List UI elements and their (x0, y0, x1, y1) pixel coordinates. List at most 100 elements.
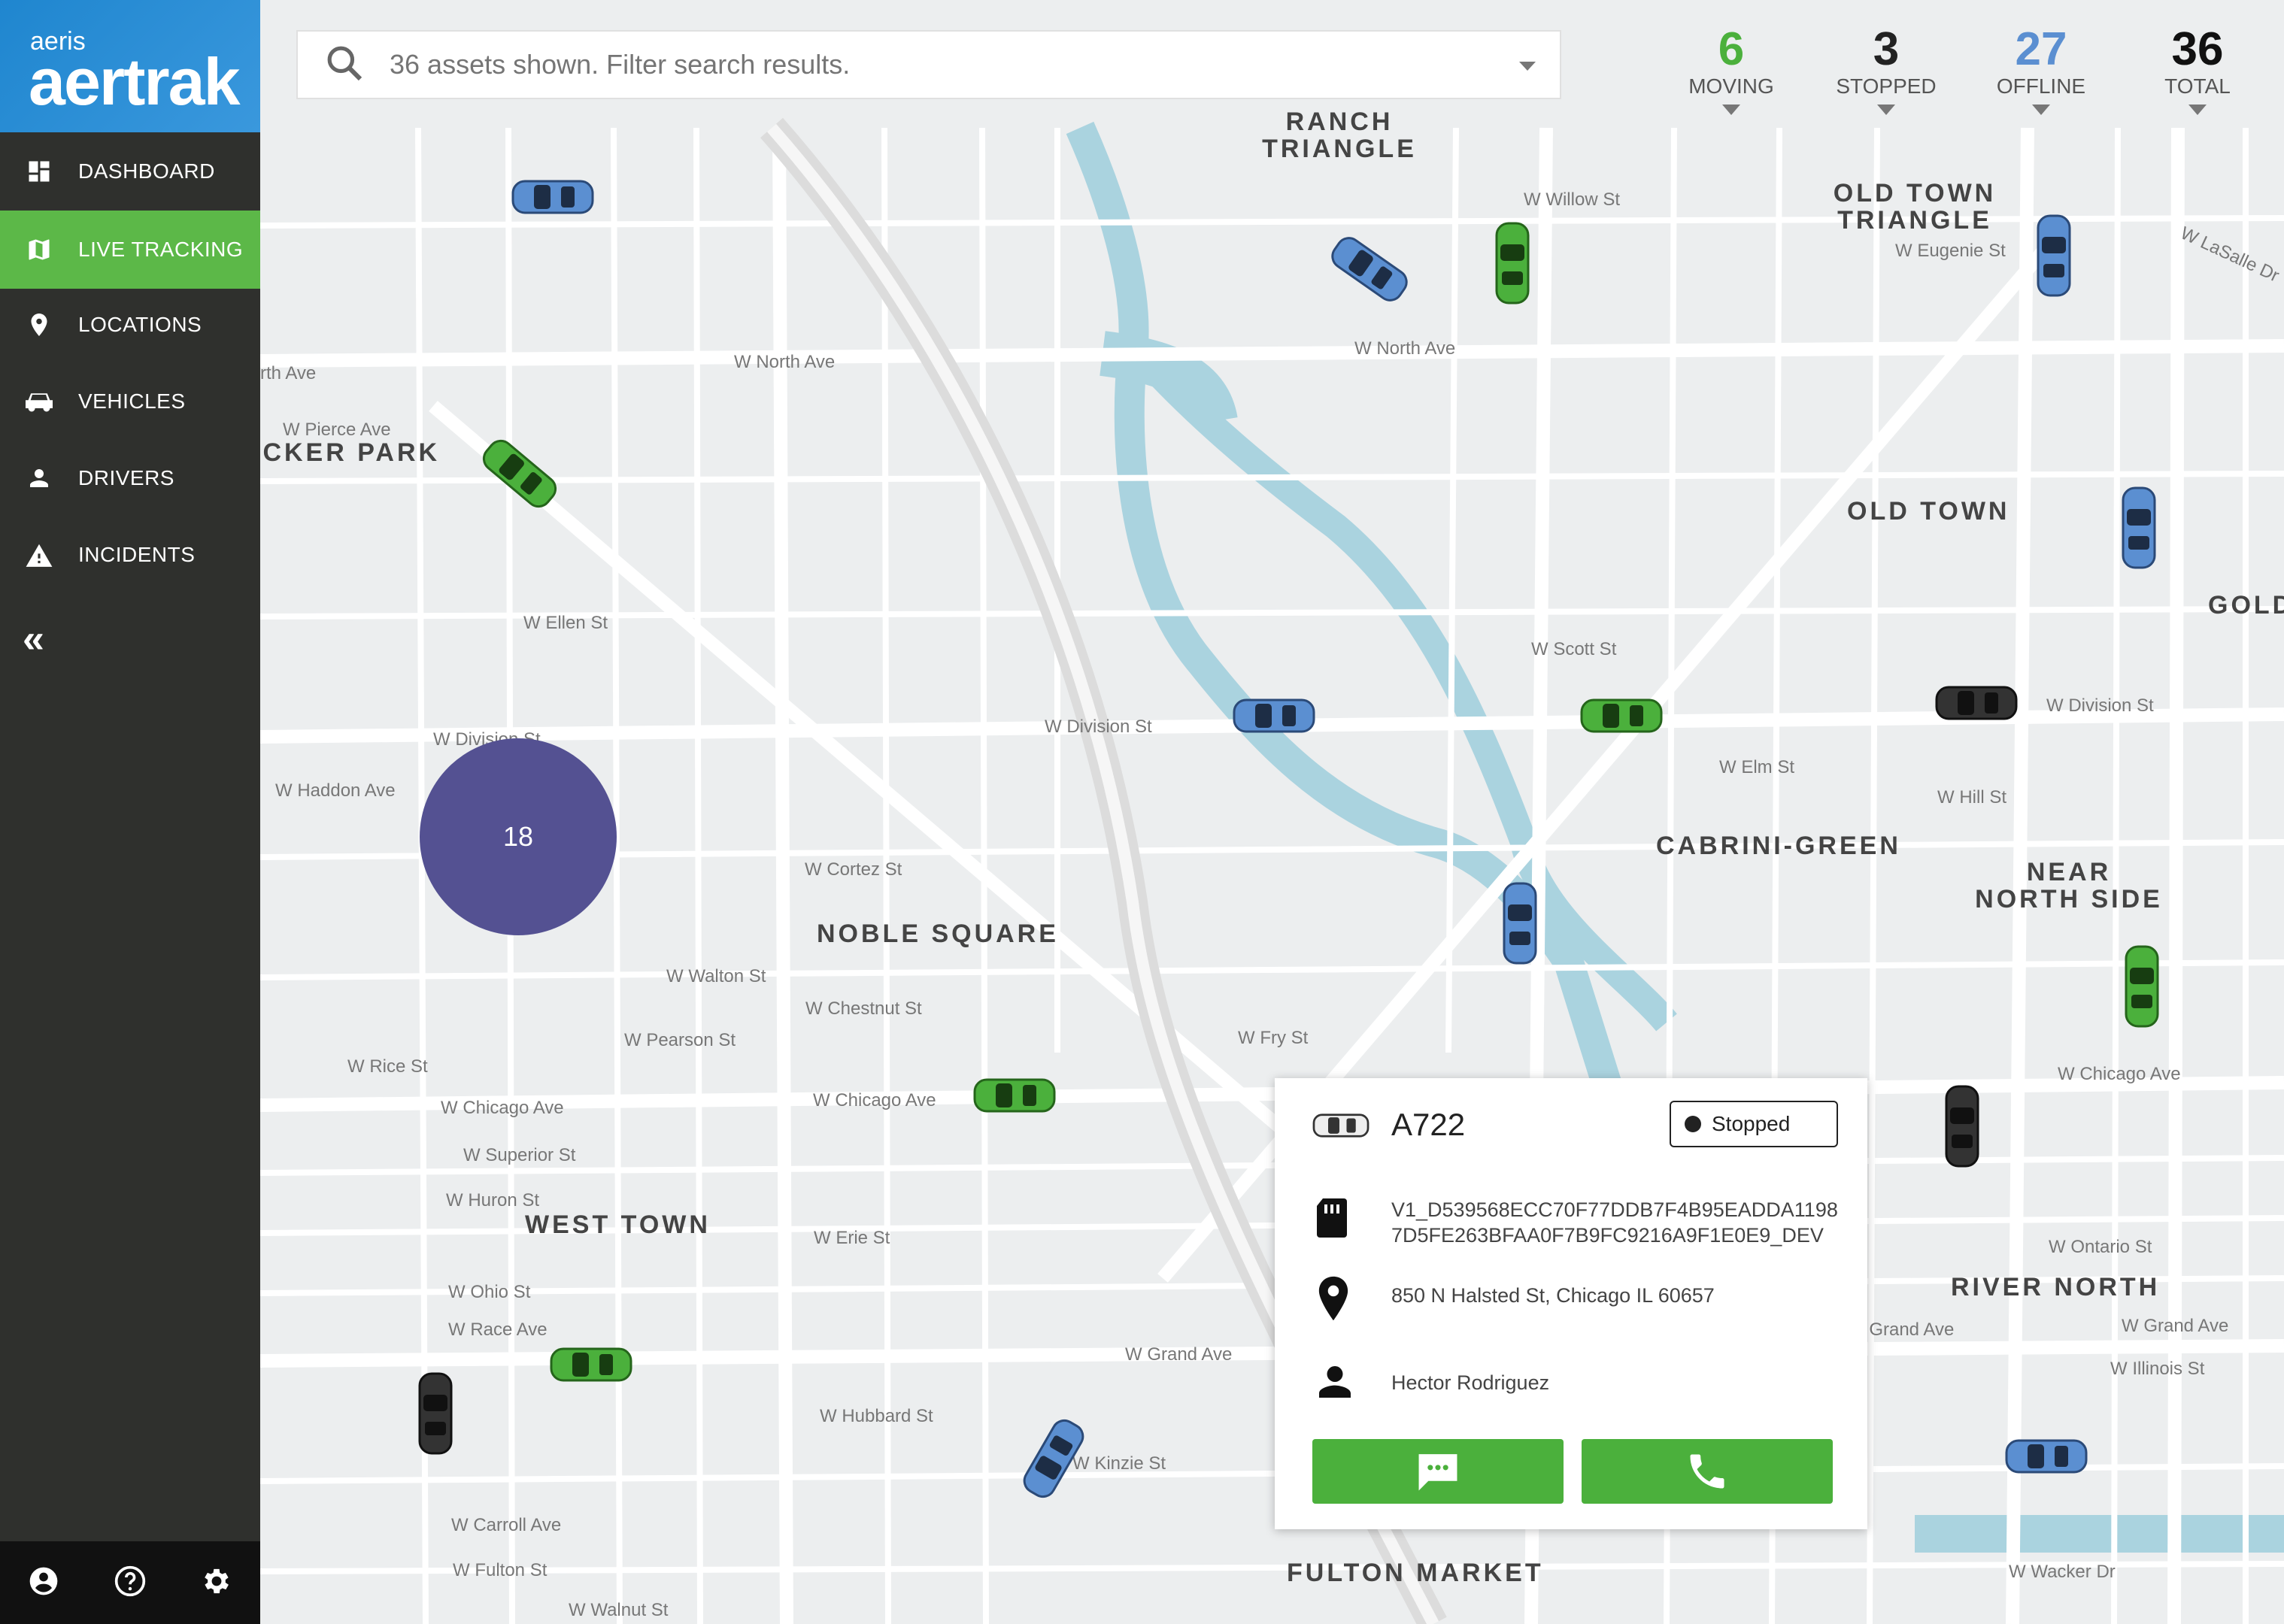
nav-item-drivers[interactable]: DRIVERS (0, 439, 260, 517)
vehicle-marker-green[interactable] (1494, 222, 1531, 304)
stat-value: 27 (2015, 23, 2067, 75)
status-dot-icon (1685, 1116, 1701, 1132)
nav-item-locations[interactable]: LOCATIONS (0, 286, 260, 364)
vehicle-marker-green[interactable] (2123, 945, 2161, 1028)
account-icon[interactable] (27, 1565, 60, 1601)
map-canvas[interactable]: RANCH TRIANGLE OLD TOWN TRIANGLE ICKER PAR… (260, 0, 2284, 1624)
status-badge: Stopped (1670, 1101, 1838, 1147)
nav-label: INCIDENTS (78, 543, 196, 566)
stat-moving[interactable]: 6 MOVING (1656, 23, 1806, 115)
street-label: W Kinzie St (1072, 1453, 1166, 1474)
message-button[interactable] (1312, 1439, 1564, 1504)
vehicle-marker-blue[interactable] (2035, 214, 2073, 297)
driver-name: Hector Rodriguez (1391, 1371, 1550, 1394)
street-label: W Illinois St (2110, 1359, 2205, 1379)
nav-item-live-tracking[interactable]: LIVE TRACKING (0, 211, 260, 289)
street-label: W Grand Ave (1125, 1344, 1233, 1365)
vehicle-address: 850 N Halsted St, Chicago IL 60657 (1391, 1284, 1715, 1307)
search-input[interactable] (388, 48, 1482, 81)
street-label: W Division St (1045, 717, 1152, 737)
search-bar[interactable] (296, 30, 1561, 99)
vehicle-marker-blue[interactable] (1501, 882, 1539, 965)
stat-stopped[interactable]: 3 STOPPED (1811, 23, 1961, 115)
vehicle-marker-blue[interactable] (2120, 486, 2158, 569)
call-button[interactable] (1582, 1439, 1833, 1504)
vehicle-marker-black[interactable] (1935, 684, 2018, 722)
nav-item-vehicles[interactable]: VEHICLES (0, 362, 260, 441)
stat-value: 36 (2171, 23, 2224, 75)
car-icon (0, 388, 78, 415)
nav-label: DASHBOARD (78, 159, 215, 183)
chevron-down-icon[interactable] (1518, 60, 1537, 76)
street-label: W Chestnut St (805, 998, 922, 1019)
warning-icon (0, 541, 78, 568)
vehicle-marker-black[interactable] (417, 1372, 454, 1455)
collapse-sidebar-button[interactable]: « (23, 617, 44, 662)
street-label: W Chicago Ave (441, 1098, 564, 1118)
settings-gear-icon[interactable] (200, 1565, 233, 1601)
vehicle-marker-green[interactable] (550, 1346, 632, 1383)
area-label: NOBLE SQUARE (817, 920, 1059, 948)
nav-item-incidents[interactable]: INCIDENTS (0, 516, 260, 594)
area-label: FULTON MARKET (1287, 1559, 1544, 1587)
street-label: W Ontario St (2049, 1237, 2152, 1257)
aertrak-logo[interactable]: aeris aertrak (0, 0, 260, 132)
street-label: W Carroll Ave (451, 1515, 562, 1535)
vehicle-id: A722 (1391, 1107, 1466, 1142)
nav-label: LOCATIONS (78, 313, 202, 336)
street-label: W Fulton St (453, 1560, 547, 1580)
stat-offline[interactable]: 27 OFFLINE (1966, 23, 2116, 115)
nav-label: VEHICLES (78, 389, 186, 413)
stat-total[interactable]: 36 TOTAL (2122, 23, 2273, 115)
area-label: RANCH TRIANGLE (1262, 108, 1417, 163)
chevron-down-icon (2188, 105, 2207, 115)
street-label: W Wacker Dr (2009, 1562, 2116, 1582)
stat-label: STOPPED (1836, 74, 1937, 98)
street-label: W Division St (2046, 695, 2154, 716)
area-label: WEST TOWN (525, 1210, 711, 1239)
stat-label: OFFLINE (1996, 74, 2086, 98)
stat-value: 3 (1873, 23, 1900, 75)
area-label: ICKER PARK (260, 438, 441, 467)
street-label: W Pearson St (624, 1030, 736, 1050)
brand-main: aertrak (29, 44, 241, 119)
street-label: W Ellen St (523, 613, 608, 633)
street-label: W Haddon Ave (275, 780, 396, 801)
street-label: W Race Ave (448, 1320, 547, 1340)
location-pin-icon (0, 311, 78, 338)
vehicle-info-popup: A722 Stopped V1_D539568ECC70F77DDB7F4B95… (1275, 1078, 1867, 1529)
nav-item-dashboard[interactable]: DASHBOARD (0, 132, 260, 211)
car-icon (1312, 1113, 1369, 1142)
vehicle-marker-blue[interactable] (511, 178, 594, 216)
street-label: W Pierce Ave (283, 420, 391, 440)
street-label: W Cortez St (805, 859, 902, 880)
vehicle-marker-blue[interactable] (1233, 697, 1315, 735)
chevron-down-icon (1722, 105, 1740, 115)
vehicle-marker-green[interactable] (973, 1077, 1056, 1114)
message-icon (1418, 1454, 1457, 1491)
vehicle-marker-green[interactable] (1580, 697, 1663, 735)
chevron-down-icon (1877, 105, 1895, 115)
street-label: W Scott St (1531, 639, 1617, 659)
street-label: W Grand Ave (2122, 1316, 2229, 1336)
street-label: W Walnut St (569, 1600, 669, 1620)
stat-label: MOVING (1688, 74, 1774, 98)
area-label: OLD TOWN (1847, 497, 2010, 526)
street-label: W Hill St (1937, 787, 2006, 807)
street-label: W North Ave (734, 352, 836, 372)
help-icon[interactable] (114, 1565, 147, 1601)
stat-label: TOTAL (2164, 74, 2231, 98)
street-label: W Eugenie St (1895, 241, 2006, 261)
street-label: W Walton St (666, 966, 766, 986)
vehicle-marker-blue[interactable] (2005, 1438, 2088, 1475)
nav-label: DRIVERS (78, 466, 174, 489)
sidebar-footer (0, 1541, 260, 1624)
person-icon (0, 465, 78, 492)
nav-label: LIVE TRACKING (78, 238, 244, 261)
street-label: W Huron St (446, 1190, 540, 1210)
street-label: W Elm St (1719, 757, 1794, 777)
vehicle-cluster-marker[interactable]: 18 (420, 738, 617, 935)
sidebar: aeris aertrak DASHBOARD LIVE TRACKING LO… (0, 0, 260, 1624)
area-label: CABRINI-GREEN (1656, 832, 1901, 860)
vehicle-marker-black[interactable] (1943, 1085, 1981, 1168)
